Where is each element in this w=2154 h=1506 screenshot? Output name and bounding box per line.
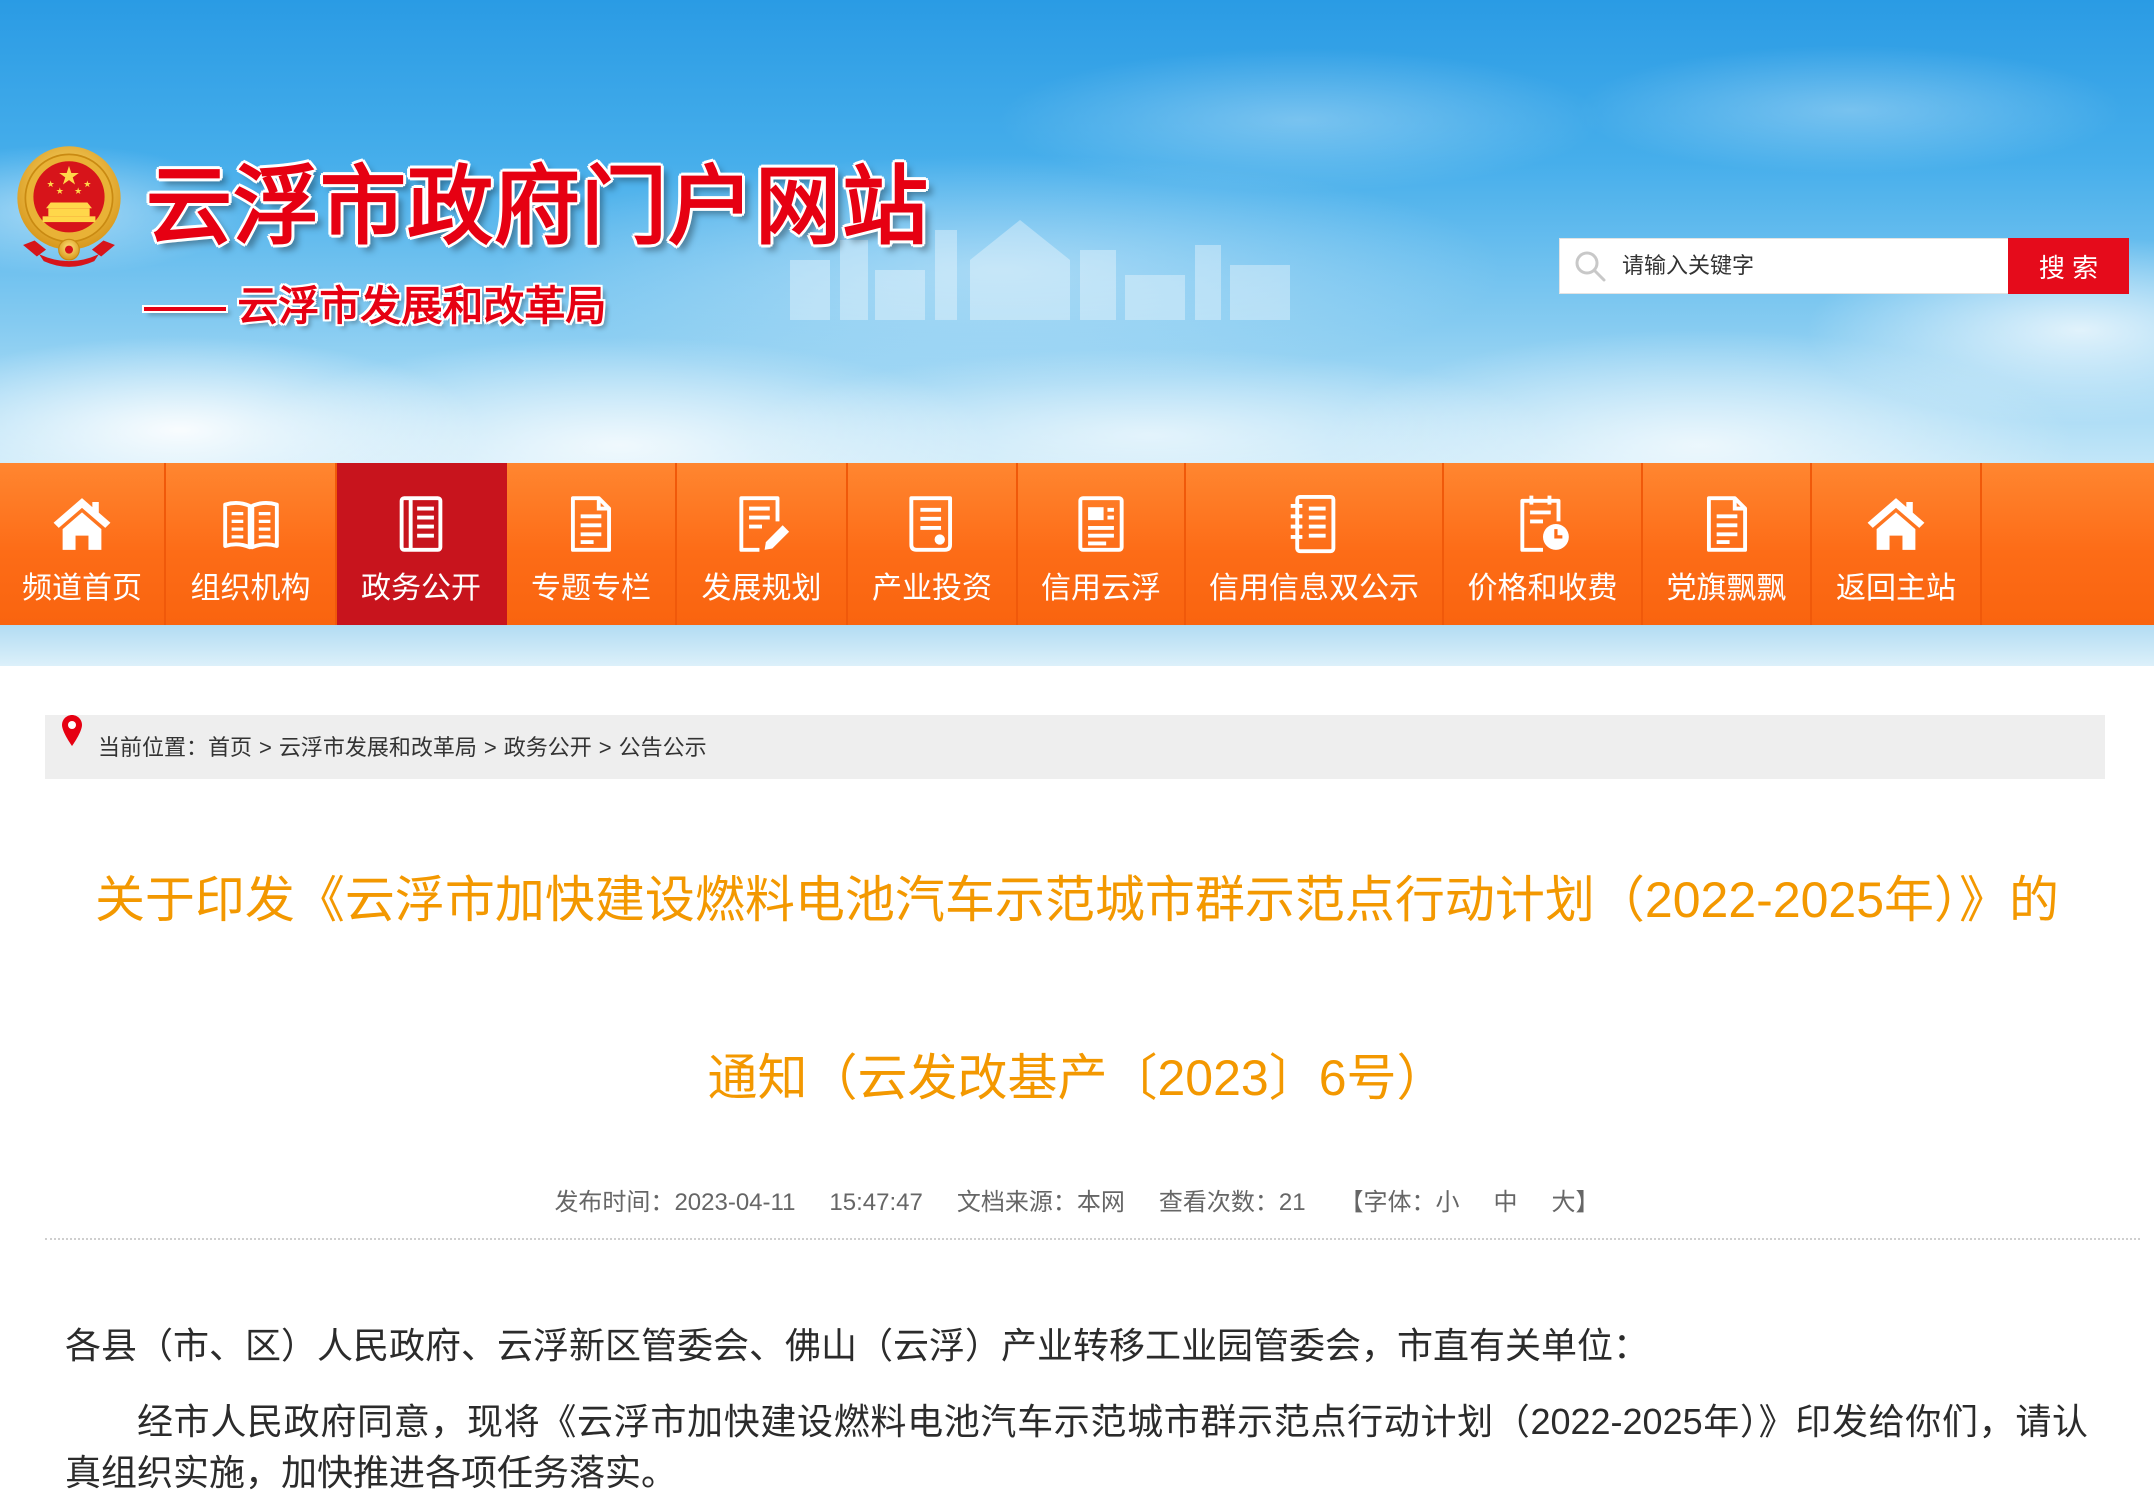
news-icon <box>1070 493 1132 555</box>
nav-item-party-flag[interactable]: 党旗飘飘 <box>1643 463 1812 625</box>
publish-date: 2023-04-11 <box>674 1189 796 1216</box>
breadcrumb-link-home[interactable]: 首页 <box>208 735 252 760</box>
book-icon <box>220 493 282 555</box>
breadcrumb-separator: > <box>598 735 612 760</box>
views-count: 21 <box>1278 1189 1306 1216</box>
clock-document-icon <box>1512 493 1574 555</box>
location-pin-icon <box>62 715 82 749</box>
font-size-bracket-close: 】 <box>1575 1189 1600 1216</box>
breadcrumb-link-announcements[interactable]: 公告公示 <box>619 735 707 760</box>
article-paragraph: 经市人民政府同意，现将《云浮市加快建设燃料电池汽车示范城市群示范点行动计划（20… <box>65 1401 2088 1493</box>
meta-divider <box>45 1238 2140 1240</box>
article-meta: 发布时间： 2023-04-11 15:47:47 文档来源： 本网 查看次数： 21… <box>45 1185 2109 1221</box>
article-title: 关于印发《云浮市加快建设燃料电池汽车示范城市群示范点行动计划（2022-2025… <box>45 811 2109 1167</box>
article-title-line: 通知（云发改基产〔2023〕6号） <box>707 1050 1447 1106</box>
search-input[interactable] <box>1559 238 2008 294</box>
font-size-medium-button[interactable]: 中 <box>1494 1185 1518 1221</box>
site-title[interactable]: 云浮市政府门户网站 <box>146 152 929 262</box>
nav-item-label: 政务公开 <box>361 572 481 605</box>
nav-item-credit-yunfu[interactable]: 信用云浮 <box>1018 463 1186 625</box>
article-salutation: 各县（市、区）人民政府、云浮新区管委会、佛山（云浮）产业转移工业园管委会，市直有… <box>65 1325 1650 1366</box>
font-size-large-button[interactable]: 大 <box>1552 1185 1576 1221</box>
article-title-line: 关于印发《云浮市加快建设燃料电池汽车示范城市群示范点行动计划（2022-2025… <box>94 872 2060 928</box>
nav-bottom-strip <box>0 625 2154 666</box>
nav-item-label: 频道首页 <box>22 572 142 605</box>
nav-item-credit-info-publicity[interactable]: 信用信息双公示 <box>1186 463 1444 625</box>
nav-item-label: 价格和收费 <box>1467 572 1618 605</box>
font-size-label: 【字体： <box>1339 1189 1436 1216</box>
nav-item-development-planning[interactable]: 发展规划 <box>677 463 848 625</box>
nav-item-prices-fees[interactable]: 价格和收费 <box>1444 463 1643 625</box>
breadcrumb-prefix: 当前位置： <box>98 735 209 760</box>
breadcrumb: 当前位置：首页 > 云浮市发展和改革局 > 政务公开 > 公告公示 <box>45 715 2105 779</box>
breadcrumb-trail: 当前位置：首页 > 云浮市发展和改革局 > 政务公开 > 公告公示 <box>98 715 707 779</box>
nav-item-organization[interactable]: 组织机构 <box>166 463 337 625</box>
nav-item-label: 产业投资 <box>872 572 992 605</box>
views-label: 查看次数： <box>1158 1189 1279 1216</box>
nav-item-label: 信用信息双公示 <box>1209 572 1419 605</box>
site-header: 云浮市政府门户网站 —— 云浮市发展和改革局 搜 索 <box>0 0 2154 463</box>
nav-item-special-topics[interactable]: 专题专栏 <box>507 463 677 625</box>
search-icon <box>1573 249 1607 283</box>
nav-item-label: 组织机构 <box>190 572 311 605</box>
document-icon <box>1696 493 1758 555</box>
source-label: 文档来源： <box>956 1189 1077 1216</box>
font-size-small-button[interactable]: 小 <box>1436 1185 1460 1221</box>
nav-item-channel-home[interactable]: 频道首页 <box>0 463 166 625</box>
nav-item-government-affairs[interactable]: 政务公开 <box>337 463 507 625</box>
notebook-icon <box>1283 493 1345 555</box>
home-icon <box>1865 493 1927 555</box>
nav-item-label: 返回主站 <box>1836 572 1956 605</box>
breadcrumb-link-government-affairs[interactable]: 政务公开 <box>504 735 592 760</box>
breadcrumb-link-department[interactable]: 云浮市发展和改革局 <box>279 735 477 760</box>
publish-label: 发布时间： <box>554 1189 675 1216</box>
department-subtitle: —— 云浮市发展和改革局 <box>144 283 607 329</box>
nav-item-back-to-main-site[interactable]: 返回主站 <box>1812 463 1982 625</box>
main-nav: 频道首页 组织机构 政务公开 专题专栏 发展规划 产业投资 信用云浮 信用信息双… <box>0 463 2154 625</box>
nav-item-industry-investment[interactable]: 产业投资 <box>848 463 1018 625</box>
edit-document-icon <box>731 493 793 555</box>
nav-item-label: 党旗飘飘 <box>1666 572 1787 605</box>
document-icon <box>560 493 622 555</box>
breadcrumb-separator: > <box>259 735 272 760</box>
document-list-icon <box>390 493 452 555</box>
nav-item-label: 信用云浮 <box>1041 572 1161 605</box>
source-value: 本网 <box>1076 1189 1125 1216</box>
nav-item-label: 发展规划 <box>701 572 822 605</box>
search-button[interactable]: 搜 索 <box>2008 238 2129 294</box>
search-bar: 搜 索 <box>1559 238 2129 294</box>
nav-item-label: 专题专栏 <box>531 572 651 605</box>
publish-time: 15:47:47 <box>829 1189 923 1216</box>
file-stack-icon <box>901 493 963 555</box>
home-icon <box>51 493 113 555</box>
national-emblem-icon[interactable] <box>11 144 127 268</box>
breadcrumb-separator: > <box>483 735 497 760</box>
